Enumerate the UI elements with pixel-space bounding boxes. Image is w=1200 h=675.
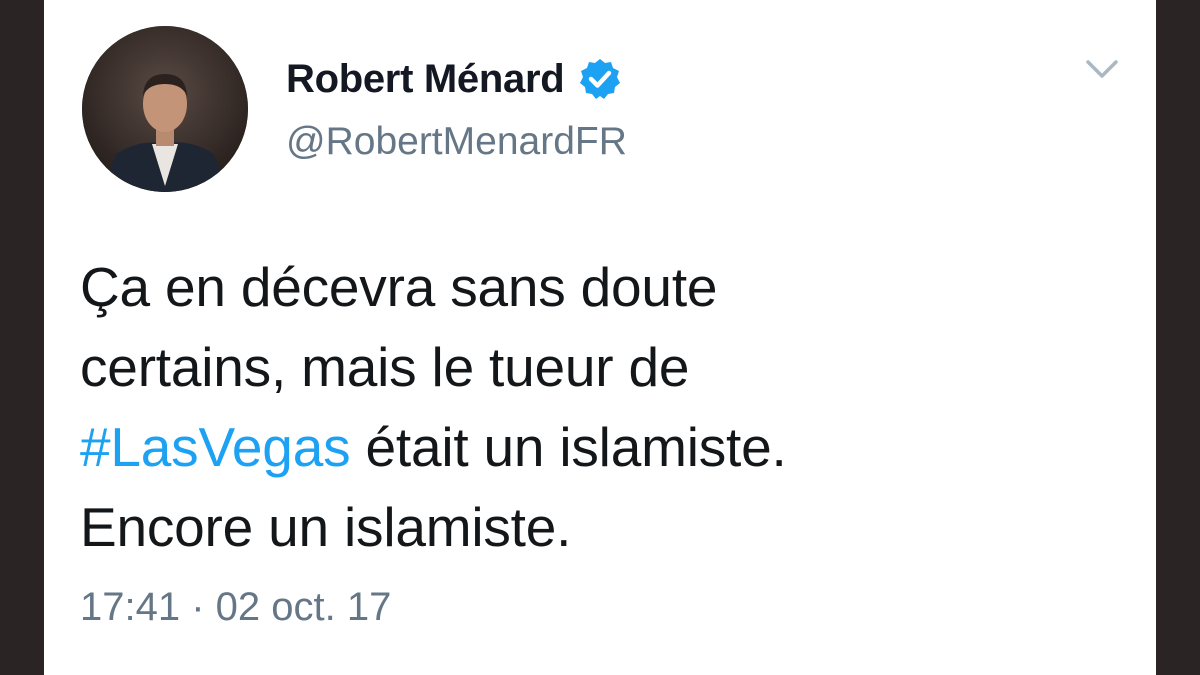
screenshot-frame: Robert Ménard @RobertMenardFR Ça en déce… (0, 0, 1200, 675)
author-avatar[interactable] (82, 26, 248, 192)
author-handle[interactable]: @RobertMenardFR (286, 120, 627, 164)
tweet-text-line: #LasVegas était un islamiste. (80, 407, 1130, 487)
chevron-down-icon[interactable] (1084, 56, 1120, 82)
author-display-name[interactable]: Robert Ménard (286, 57, 565, 102)
author-name-row[interactable]: Robert Ménard (286, 54, 622, 104)
tweet-text-segment: était un islamiste. (350, 416, 787, 478)
tweet-timestamp[interactable]: 17:41 · 02 oct. 17 (80, 585, 391, 630)
tweet-text-line: Encore un islamiste. (80, 496, 572, 558)
tweet-card: Robert Ménard @RobertMenardFR Ça en déce… (44, 0, 1156, 675)
hashtag-link[interactable]: #LasVegas (80, 416, 351, 478)
avatar-photo-icon (82, 26, 248, 192)
tweet-text-line: certains, mais le tueur de (80, 336, 690, 398)
tweet-text-line: Ça en décevra sans doute (80, 256, 718, 318)
verified-badge-icon (578, 57, 622, 101)
tweet-body: Ça en décevra sans doute certains, mais … (80, 247, 1130, 567)
